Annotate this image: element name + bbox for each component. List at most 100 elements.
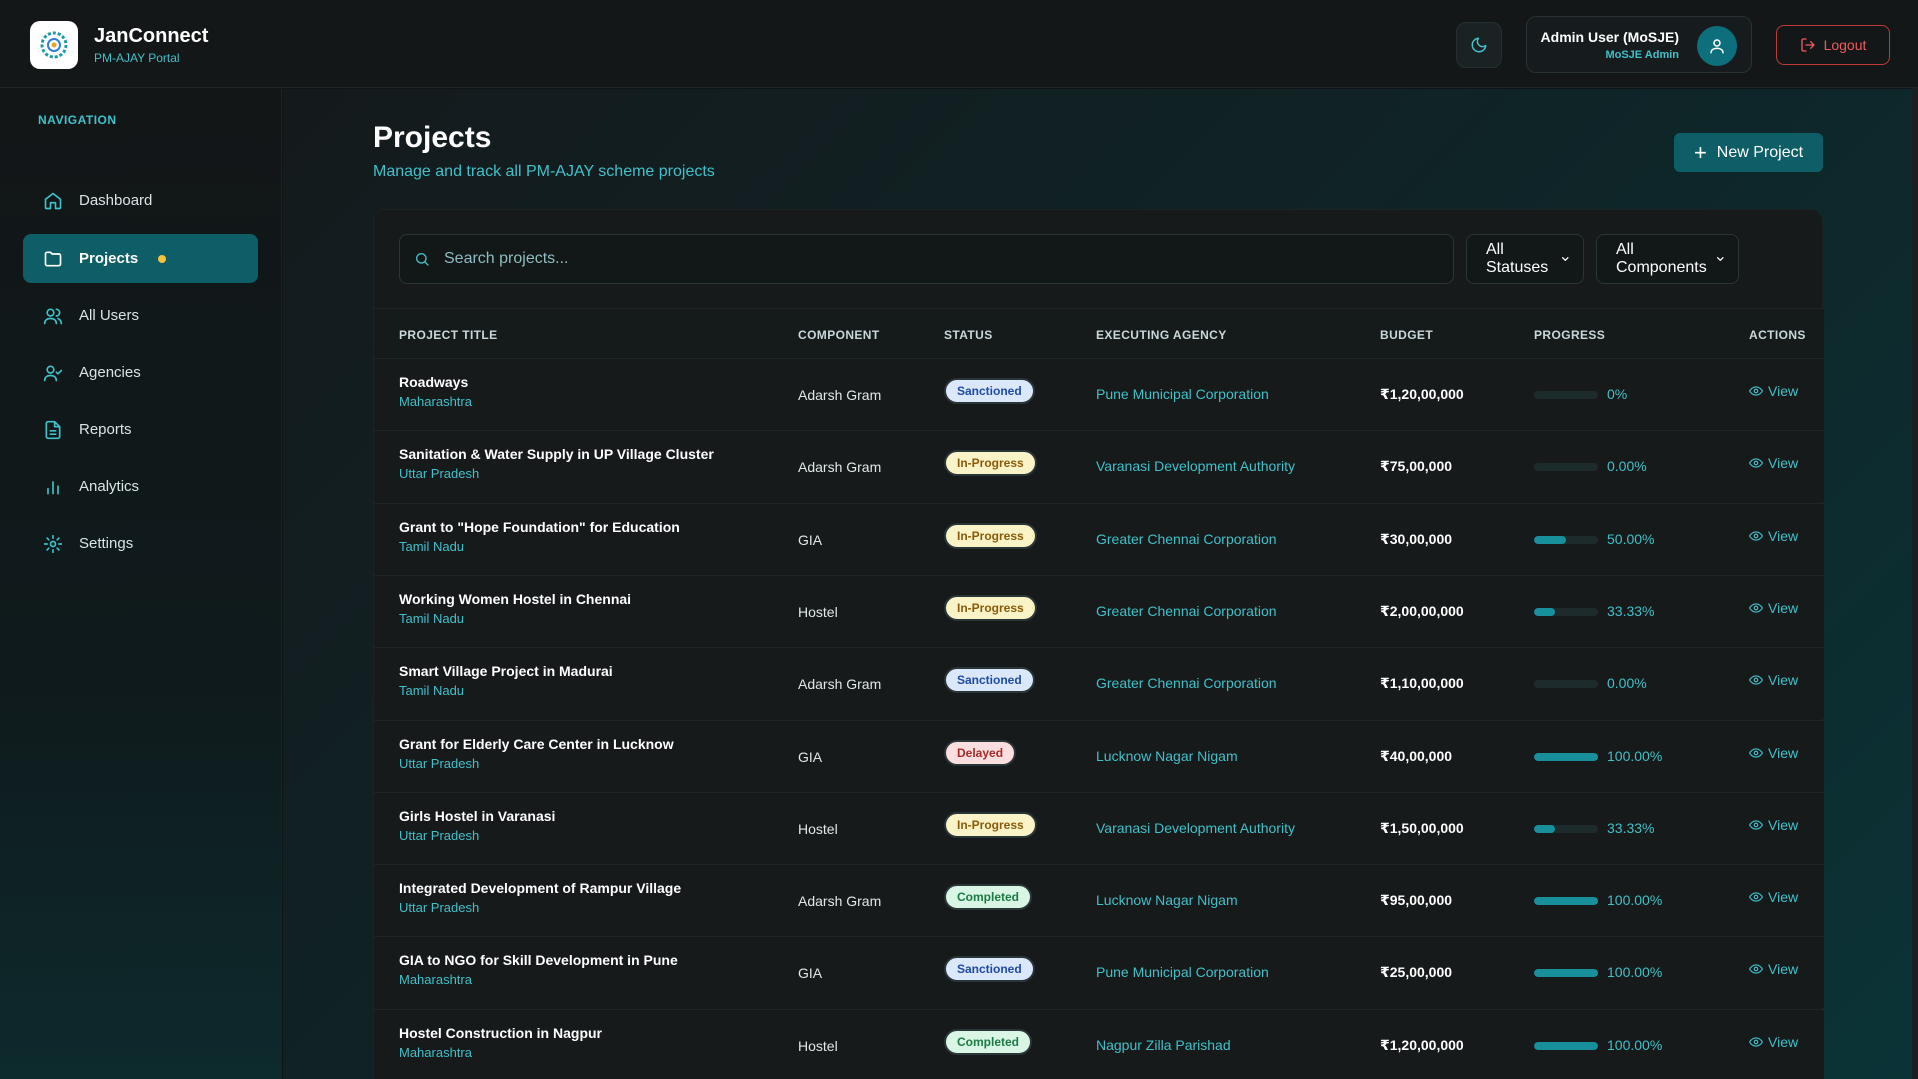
project-budget: ₹30,00,000 [1380,530,1453,547]
progress-fill [1534,535,1566,544]
sidebar: NAVIGATION Dashboard Projects All Users … [0,88,282,1079]
sidebar-item-label: Projects [79,250,139,267]
project-state: Tamil Nadu [399,610,465,626]
view-link[interactable]: View [1749,1034,1798,1050]
theme-toggle-button[interactable] [1456,22,1502,68]
view-label: View [1768,599,1799,616]
view-link[interactable]: View [1749,961,1798,977]
view-label: View [1768,527,1799,544]
project-title: Sanitation & Water Supply in UP Village … [399,446,714,463]
table-row[interactable]: Smart Village Project in Madurai Tamil Na… [374,647,1824,720]
progress-fill [1534,969,1598,978]
project-component: Adarsh Gram [798,893,882,910]
project-state: Maharashtra [399,394,472,409]
table-row[interactable]: Sanitation & Water Supply in UP Village … [374,430,1824,503]
projects-panel: All Statuses All Components PROJECT TITL… [373,209,1824,1079]
new-project-button[interactable]: + New Project [1674,133,1823,172]
progress-text: 33.33% [1607,819,1655,836]
status-badge: Completed [944,884,1033,911]
view-link[interactable]: View [1749,745,1798,761]
table-row[interactable]: Girls Hostel in Varanasi Uttar Pradesh Hos… [374,791,1824,864]
table-row[interactable]: GIA to NGO for Skill Development in Pune… [374,936,1824,1009]
project-state: Uttar Pradesh [399,755,480,771]
view-link[interactable]: View [1749,672,1798,688]
status-filter-select[interactable]: All Statuses [1466,234,1584,284]
eye-icon [1749,892,1763,902]
user-profile[interactable]: Admin User (MoSJE) MoSJE Admin [1526,16,1752,73]
progress-bar [1534,607,1598,616]
project-component: GIA [798,531,823,548]
executing-agency: Varanasi Development Authority [1096,819,1295,836]
progress-bar [1534,463,1598,472]
sidebar-item-dashboard[interactable]: Dashboard [23,176,258,225]
app-logo[interactable] [30,21,78,69]
bar-chart-icon [47,480,59,494]
sidebar-item-settings[interactable]: Settings [23,519,258,568]
avatar[interactable] [1697,26,1737,66]
status-badge: In-Progress [944,594,1037,621]
new-project-label: New Project [1716,143,1804,161]
project-budget: ₹25,00,000 [1380,964,1453,981]
component-filter-select[interactable]: All Components [1596,234,1739,284]
view-link[interactable]: View [1749,817,1798,833]
progress-bar [1534,824,1598,833]
component-filter-value: All Components [1616,241,1707,276]
eye-icon [1749,820,1763,830]
project-component: Adarsh Gram [798,459,882,476]
table-row[interactable]: Grant to "Hope Foundation" for Education… [374,502,1824,575]
eye-icon [1749,530,1763,541]
column-header-actions: ACTIONS [1749,328,1806,342]
active-dot [158,254,167,263]
progress-text: 0% [1607,386,1628,402]
view-link[interactable]: View [1749,889,1798,905]
project-title: Hostel Construction in Nagpur [399,1024,602,1041]
executing-agency: Nagpur Zilla Parishad [1096,1036,1231,1053]
project-state: Tamil Nadu [399,683,465,699]
eye-icon [1749,675,1763,685]
project-title: Integrated Development of Rampur Village [399,880,682,897]
table-row[interactable]: Hostel Construction in Nagpur Maharashtra… [374,1008,1824,1079]
search-input[interactable] [444,250,1424,268]
sidebar-item-agencies[interactable]: Agencies [23,348,258,397]
chevron-down-icon [1717,257,1725,261]
table-row[interactable]: Roadways Maharashtra Adarsh Gram Sanctioned… [374,358,1824,430]
search-icon [416,252,429,266]
eye-icon [1749,747,1763,758]
progress-text: 100.00% [1607,892,1663,909]
app-name: JanConnect [94,25,209,47]
page-title: Projects [373,121,492,154]
executing-agency: Pune Municipal Corporation [1096,386,1269,402]
nav-heading: NAVIGATION [38,113,117,127]
user-icon [1710,39,1724,54]
page-scrollbar[interactable] [1912,88,1918,1079]
sidebar-item-reports[interactable]: Reports [23,405,258,454]
view-link[interactable]: View [1749,455,1798,471]
project-component: GIA [798,965,823,982]
logout-button[interactable]: Logout [1776,25,1890,65]
view-link[interactable]: View [1749,600,1798,616]
progress-text: 100.00% [1607,1036,1663,1053]
project-title: Smart Village Project in Madurai [399,663,613,680]
sidebar-item-label: Settings [79,535,134,552]
executing-agency: Greater Chennai Corporation [1096,530,1277,547]
search-box[interactable] [399,234,1454,284]
sidebar-item-analytics[interactable]: Analytics [23,462,258,511]
table-row[interactable]: Integrated Development of Rampur Village… [374,864,1824,937]
progress-bar [1534,969,1598,978]
executing-agency: Lucknow Nagar Nigam [1096,892,1238,909]
progress-bar [1534,1041,1598,1050]
user-name: Admin User (MoSJE) [1540,29,1679,45]
project-budget: ₹95,00,000 [1380,892,1453,909]
executing-agency: Lucknow Nagar Nigam [1096,747,1238,764]
view-link[interactable]: View [1749,383,1798,399]
table-row[interactable]: Working Women Hostel in Chennai Tamil Nad… [374,574,1824,647]
view-link[interactable]: View [1749,528,1798,544]
sidebar-item-projects[interactable]: Projects [23,234,258,283]
page-subtitle: Manage and track all PM-AJAY scheme proj… [373,163,715,180]
view-label: View [1768,889,1799,906]
table-row[interactable]: Grant for Elderly Care Center in Lucknow… [374,719,1824,792]
executing-agency: Greater Chennai Corporation [1096,675,1277,692]
view-label: View [1768,672,1799,689]
project-budget: ₹40,00,000 [1380,747,1453,764]
sidebar-item-all-users[interactable]: All Users [23,291,258,340]
